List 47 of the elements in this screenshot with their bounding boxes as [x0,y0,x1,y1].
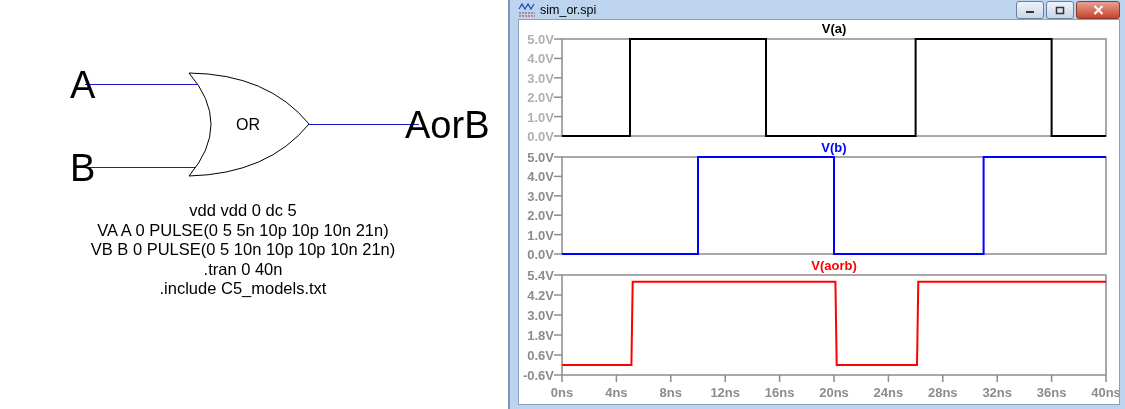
tick-label: 16ns [764,385,795,400]
tick-label: 5.0V [527,150,554,165]
tick-label: 4.0V [527,169,554,185]
tick-label: 0.0V [527,247,554,260]
plot-title: V(aorb) [811,260,857,273]
tick-label: 4.0V [527,51,554,67]
maximize-icon [1055,5,1065,15]
spice-directive: .include C5_models.txt [159,279,327,299]
maximize-button[interactable] [1046,1,1074,19]
window-title: sim_or.spi [540,2,597,17]
net-label: B [70,146,96,190]
tick-label: 32ns [982,385,1012,400]
plot-title: V(b) [821,142,847,155]
plot-title: V(a) [821,21,847,36]
tick-label: 12ns [710,385,740,400]
tick-label: 2.0V [527,90,554,106]
close-icon [1092,5,1104,15]
spice-directive: .tran 0 40n [203,259,283,280]
tick-label: 36ns [1036,385,1067,400]
tick-label: 4ns [605,385,628,400]
spice-directive: VB B 0 PULSE(0 5 10n 10p 10p 10n 21n) [90,240,396,260]
tick-label: 5.0V [527,32,554,47]
spice-directive: VA A 0 PULSE(0 5 5n 10p 10p 10n 21n) [97,220,389,241]
tick-label: 3.0V [527,308,554,323]
tick-label: 24ns [873,385,904,400]
tick-label: 4.2V [527,288,554,303]
spice-directive: vdd vdd 0 dc 5 [189,201,297,221]
tick-label: 2.0V [527,208,554,224]
tick-label: 8ns [659,385,682,400]
waveform-icon [518,1,536,18]
tick-label: 20ns [819,385,849,400]
tick-label: 0.6V [527,348,554,363]
tick-label: 1.8V [527,328,554,343]
net-label: A [70,63,96,107]
close-button[interactable] [1076,1,1120,19]
tick-label: 1.0V [527,109,554,125]
tick-label: 1.0V [527,227,554,243]
tick-label: 28ns [928,385,958,400]
tick-label: -0.6V [522,368,554,383]
minimize-button[interactable] [1016,1,1044,19]
gate-label: OR [236,116,260,134]
tick-label: 3.0V [527,188,554,204]
tick-label: 3.0V [527,70,554,86]
tick-label: 0.0V [527,129,554,142]
tick-label: 5.4V [527,268,554,283]
tick-label: 0ns [550,385,574,400]
net-label: AorB [405,103,490,147]
